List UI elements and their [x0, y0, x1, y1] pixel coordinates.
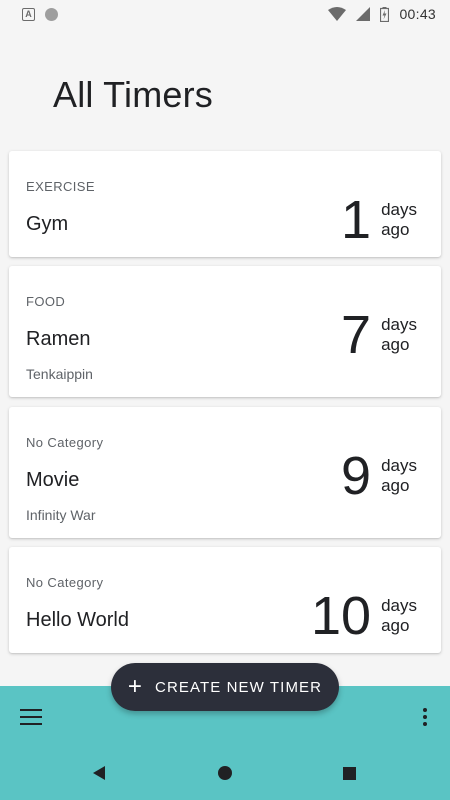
- more-vert-icon[interactable]: [422, 708, 428, 726]
- hamburger-menu-icon[interactable]: [20, 709, 42, 725]
- timer-title: Ramen: [26, 328, 91, 350]
- timer-count-number: 7: [341, 305, 372, 365]
- create-new-timer-label: CREATE NEW TIMER: [155, 678, 323, 696]
- status-time: 00:43: [399, 6, 436, 22]
- timer-card[interactable]: FOOD Ramen Tenkaippin 7 days ago: [9, 266, 441, 397]
- circle-icon: [45, 7, 58, 21]
- timer-card[interactable]: EXERCISE Gym 1 days ago: [9, 151, 441, 257]
- timer-card[interactable]: No Category Movie Infinity War 9 days ago: [9, 407, 441, 538]
- wifi-icon: [328, 7, 347, 21]
- timer-count: 9 days ago: [341, 449, 417, 503]
- recents-icon[interactable]: [343, 767, 356, 780]
- page-title: All Timers: [53, 74, 214, 115]
- battery-icon: [380, 6, 390, 22]
- timer-count-unit: days ago: [381, 200, 417, 239]
- signal-icon: [356, 7, 371, 21]
- timer-count: 10 days ago: [311, 589, 417, 643]
- timer-count-number: 1: [341, 190, 372, 250]
- status-bar: A 00:43: [0, 0, 450, 28]
- back-icon[interactable]: [93, 766, 105, 780]
- timer-count-unit: days ago: [381, 315, 417, 354]
- timer-count-number: 10: [311, 586, 372, 646]
- timer-category: No Category: [26, 435, 104, 450]
- timer-card[interactable]: No Category Hello World 10 days ago: [9, 547, 441, 653]
- timer-count-unit: days ago: [381, 596, 417, 635]
- timer-title: Hello World: [26, 609, 129, 631]
- system-nav-bar: [0, 750, 450, 800]
- timer-category: No Category: [26, 575, 104, 590]
- timer-count: 7 days ago: [341, 308, 417, 362]
- create-new-timer-button[interactable]: + CREATE NEW TIMER: [111, 663, 339, 711]
- home-icon[interactable]: [218, 766, 232, 780]
- timer-subtitle: Infinity War: [26, 507, 96, 523]
- plus-icon: +: [127, 673, 144, 700]
- notification-a-icon: A: [22, 7, 35, 21]
- timer-subtitle: Tenkaippin: [26, 366, 93, 382]
- timer-count: 1 days ago: [341, 193, 417, 247]
- timer-count-unit: days ago: [381, 456, 417, 495]
- timer-category: EXERCISE: [26, 179, 95, 194]
- timer-title: Movie: [26, 469, 80, 491]
- timer-title: Gym: [26, 213, 69, 235]
- timer-count-number: 9: [341, 446, 372, 506]
- timer-category: FOOD: [26, 294, 66, 309]
